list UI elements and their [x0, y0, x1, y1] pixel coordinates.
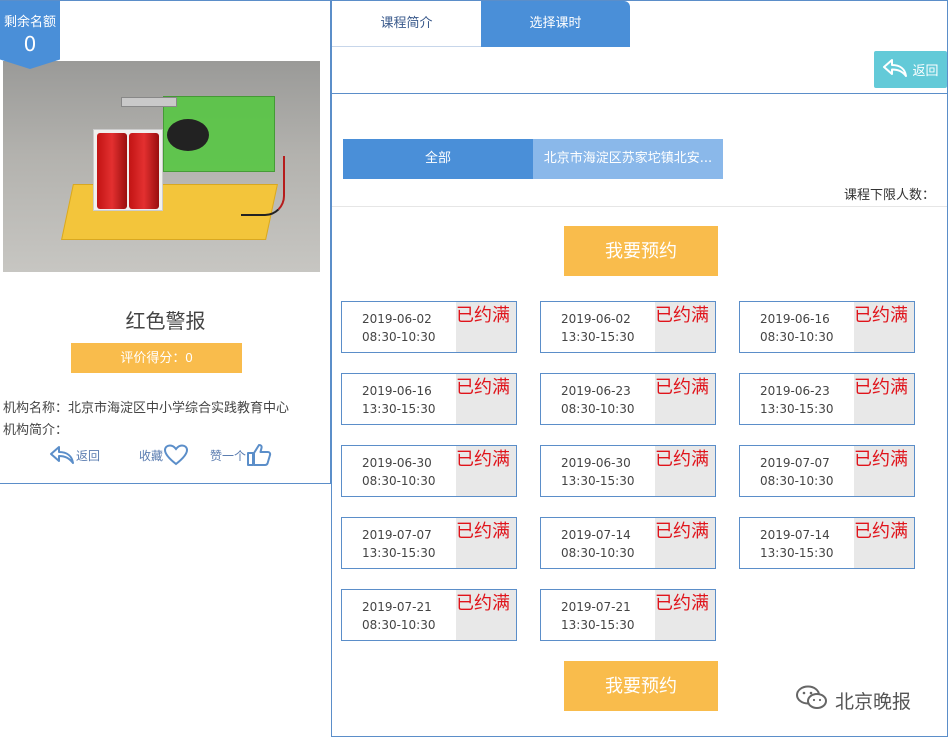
- favorite-label: 收藏: [139, 448, 164, 463]
- thumbs-up-icon: [246, 443, 272, 467]
- slot-time: 13:30-15:30: [760, 546, 834, 560]
- slot-full-status: 已约满: [456, 518, 516, 568]
- slot-full-status: 已约满: [854, 302, 914, 352]
- session-slot[interactable]: 2019-07-14 13:30-15:30 已约满: [739, 517, 915, 569]
- rating-score-button[interactable]: 评价得分：0: [71, 343, 242, 373]
- session-slot[interactable]: 2019-07-21 08:30-10:30 已约满: [341, 589, 517, 641]
- divider: [332, 206, 947, 207]
- like-button[interactable]: 赞一个: [210, 443, 272, 467]
- organization-name: 机构名称：北京市海淀区中小学综合实践教育中心: [3, 401, 290, 416]
- quota-value: 0: [23, 32, 37, 56]
- course-photo: [3, 61, 320, 272]
- return-button[interactable]: 返回: [874, 51, 947, 88]
- slot-time: 08:30-10:30: [760, 474, 834, 488]
- session-slot[interactable]: 2019-07-14 08:30-10:30 已约满: [540, 517, 716, 569]
- slot-time: 13:30-15:30: [561, 618, 635, 632]
- photo-fan: [121, 97, 177, 107]
- favorite-button[interactable]: 收藏: [139, 443, 189, 467]
- slot-full-status: 已约满: [854, 446, 914, 496]
- schedule-panel: 课程简介 选择课时 返回 全部 北京市海淀区苏家坨镇北安... 课程下限人数： …: [331, 0, 948, 737]
- slot-date: 2019-07-07: [760, 456, 830, 470]
- book-button-top[interactable]: 我要预约: [564, 226, 718, 276]
- slot-date: 2019-07-14: [760, 528, 830, 542]
- organization-intro: 机构简介：: [3, 423, 69, 438]
- quota-label: 剩余名额: [3, 15, 56, 30]
- slot-date: 2019-06-16: [362, 384, 432, 398]
- watermark-text: 北京晚报: [835, 691, 912, 713]
- slot-date: 2019-06-23: [760, 384, 830, 398]
- wechat-logo-icon: [795, 684, 829, 717]
- slot-date: 2019-07-21: [561, 600, 631, 614]
- slot-time: 13:30-15:30: [362, 546, 436, 560]
- slot-time: 13:30-15:30: [561, 330, 635, 344]
- slot-full-status: 已约满: [456, 590, 516, 640]
- slot-date: 2019-06-02: [561, 312, 631, 326]
- slot-full-status: 已约满: [655, 302, 715, 352]
- session-slot[interactable]: 2019-07-21 13:30-15:30 已约满: [540, 589, 716, 641]
- session-slot[interactable]: 2019-06-16 08:30-10:30 已约满: [739, 301, 915, 353]
- min-enrollment-label: 课程下限人数：: [843, 188, 935, 203]
- slot-date: 2019-06-30: [362, 456, 432, 470]
- filter-location-button[interactable]: 北京市海淀区苏家坨镇北安...: [533, 139, 723, 179]
- photo-battery: [97, 133, 127, 209]
- slot-full-status: 已约满: [655, 446, 715, 496]
- slot-time: 08:30-10:30: [362, 474, 436, 488]
- slot-date: 2019-06-23: [561, 384, 631, 398]
- slot-date: 2019-06-30: [561, 456, 631, 470]
- slot-date: 2019-07-21: [362, 600, 432, 614]
- back-arrow-icon: [48, 444, 76, 466]
- session-slot[interactable]: 2019-07-07 08:30-10:30 已约满: [739, 445, 915, 497]
- like-label: 赞一个: [210, 448, 247, 463]
- book-button-bottom[interactable]: 我要预约: [564, 661, 718, 711]
- photo-wire: [241, 156, 285, 216]
- session-slot[interactable]: 2019-06-30 08:30-10:30 已约满: [341, 445, 517, 497]
- slot-full-status: 已约满: [456, 374, 516, 424]
- session-slot[interactable]: 2019-06-23 08:30-10:30 已约满: [540, 373, 716, 425]
- return-button-label: 返回: [912, 64, 939, 79]
- session-slot[interactable]: 2019-06-23 13:30-15:30 已约满: [739, 373, 915, 425]
- session-slot[interactable]: 2019-06-30 13:30-15:30 已约满: [540, 445, 716, 497]
- slot-full-status: 已约满: [854, 374, 914, 424]
- slot-full-status: 已约满: [854, 518, 914, 568]
- slot-time: 08:30-10:30: [760, 330, 834, 344]
- back-arrow-icon: [882, 58, 908, 82]
- slot-time: 08:30-10:30: [362, 618, 436, 632]
- slot-date: 2019-07-07: [362, 528, 432, 542]
- watermark: 北京晚报: [795, 684, 911, 717]
- photo-motor: [167, 119, 209, 151]
- slot-full-status: 已约满: [456, 302, 516, 352]
- slot-time: 08:30-10:30: [362, 330, 436, 344]
- back-link[interactable]: 返回: [48, 443, 100, 467]
- photo-battery: [129, 133, 159, 209]
- slot-date: 2019-06-16: [760, 312, 830, 326]
- slot-full-status: 已约满: [655, 590, 715, 640]
- filter-all-button[interactable]: 全部: [343, 139, 533, 179]
- remaining-quota-badge: 剩余名额 0: [0, 1, 60, 69]
- slot-time: 08:30-10:30: [561, 402, 635, 416]
- course-info-panel: 剩余名额 0 红色警报 评价得分：0 机构名称：北京市海淀区中小学综合实践教育中…: [0, 0, 331, 484]
- slot-date: 2019-06-02: [362, 312, 432, 326]
- session-slot[interactable]: 2019-06-02 13:30-15:30 已约满: [540, 301, 716, 353]
- session-slot[interactable]: 2019-06-02 08:30-10:30 已约满: [341, 301, 517, 353]
- slot-time: 13:30-15:30: [362, 402, 436, 416]
- session-slot[interactable]: 2019-06-16 13:30-15:30 已约满: [341, 373, 517, 425]
- course-title: 红色警报: [125, 309, 206, 333]
- slot-time: 13:30-15:30: [561, 474, 635, 488]
- slot-date: 2019-07-14: [561, 528, 631, 542]
- session-slot[interactable]: 2019-07-07 13:30-15:30 已约满: [341, 517, 517, 569]
- slot-full-status: 已约满: [456, 446, 516, 496]
- back-link-label: 返回: [76, 448, 101, 463]
- divider: [332, 93, 947, 94]
- tab-select-session[interactable]: 选择课时: [481, 1, 630, 47]
- slot-time: 08:30-10:30: [561, 546, 635, 560]
- slot-full-status: 已约满: [655, 518, 715, 568]
- heart-icon: [163, 444, 189, 466]
- slot-full-status: 已约满: [655, 374, 715, 424]
- slot-time: 13:30-15:30: [760, 402, 834, 416]
- tab-course-intro[interactable]: 课程简介: [332, 1, 481, 47]
